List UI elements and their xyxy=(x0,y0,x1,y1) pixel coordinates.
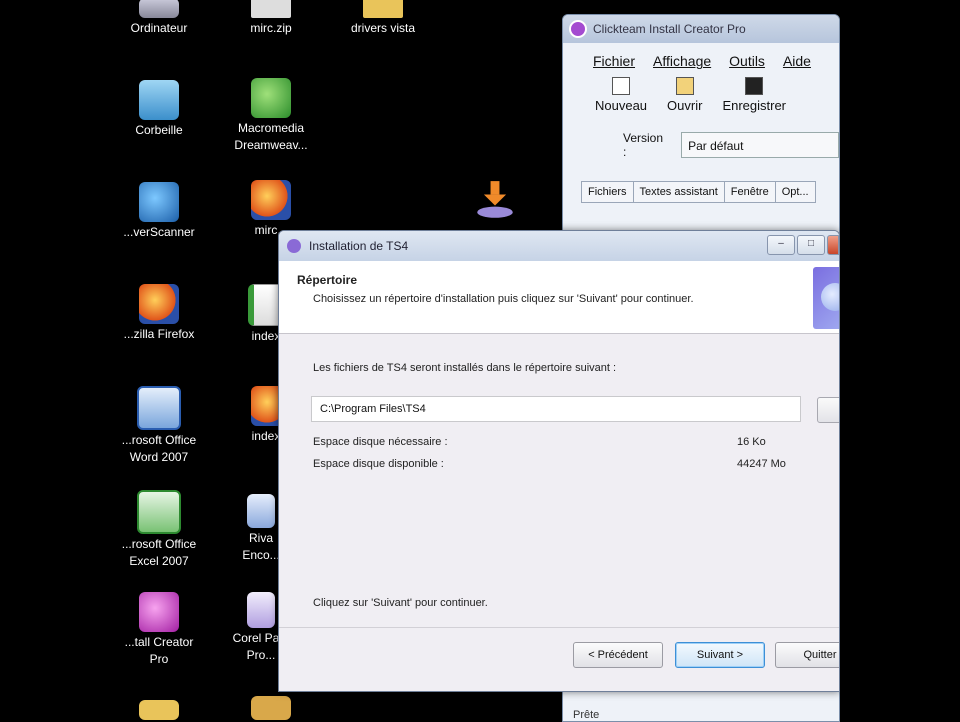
desktop-icon-partial[interactable] xyxy=(216,696,326,722)
dialog-title: Installation de TS4 xyxy=(309,239,409,253)
space-available-label: Espace disque disponible : xyxy=(313,458,444,470)
desktop-icon-scanner[interactable]: ...verScanner xyxy=(104,182,214,241)
scanner-icon xyxy=(139,182,179,222)
tab-fichiers[interactable]: Fichiers xyxy=(581,181,634,203)
dialog-header: Répertoire Choisissez un répertoire d'in… xyxy=(279,261,839,334)
desktop-icon-label: Corbeille xyxy=(135,123,183,137)
open-folder-icon xyxy=(675,77,694,95)
toolbar-new-label: Nouveau xyxy=(595,98,648,113)
desktop-icon-drivers-vista[interactable]: drivers vista xyxy=(328,0,438,37)
desktop-icon-recycle-bin[interactable]: Corbeille xyxy=(104,80,214,139)
menu-bar: Fichier Affichage Outils Aide xyxy=(563,43,839,69)
folder-icon xyxy=(363,0,403,18)
toolbar-open-button[interactable]: Ouvrir xyxy=(667,77,702,113)
save-icon xyxy=(745,77,764,95)
continue-hint: Cliquez sur 'Suivant' pour continuer. xyxy=(313,597,488,609)
desktop-icon-install-creator[interactable]: ...tall Creator Pro xyxy=(104,592,214,668)
version-row: Version : Par défaut xyxy=(563,113,839,159)
menu-affichage[interactable]: Affichage xyxy=(653,53,711,69)
desktop-icon-label: Macromedia Dreamweav... xyxy=(234,121,308,152)
desktop-icon-label: drivers vista xyxy=(350,21,415,35)
space-available-row: Espace disque disponible : 44247 Mo xyxy=(313,458,786,470)
desktop-icon-partial[interactable] xyxy=(104,700,214,722)
tab-bar: Fichiers Textes assistant Fenêtre Opt... xyxy=(563,159,839,203)
desktop-icon-mirc-zip[interactable]: mirc.zip xyxy=(216,0,326,37)
header-subtitle: Choisissez un répertoire d'installation … xyxy=(313,293,694,305)
desktop-icon-label: ...tall Creator Pro xyxy=(124,635,194,666)
desktop-icon-dreamweaver[interactable]: Macromedia Dreamweav... xyxy=(216,78,326,154)
close-button[interactable] xyxy=(827,235,839,255)
installer-app-icon xyxy=(287,239,301,253)
previous-button[interactable]: < Précédent xyxy=(573,642,663,668)
space-required-value: 16 Ko xyxy=(737,436,766,448)
riva-icon xyxy=(247,494,275,528)
version-label: Version : xyxy=(623,131,664,159)
dialog-footer: < Précédent Suivant > Quitter xyxy=(279,627,839,691)
desktop-icon-label: ...verScanner xyxy=(123,225,195,239)
download-icon xyxy=(477,181,513,218)
install-folder-intro: Les fichiers de TS4 seront installés dan… xyxy=(313,362,617,374)
menu-aide[interactable]: Aide xyxy=(783,53,811,69)
archive-icon xyxy=(251,696,291,720)
toolbar: Nouveau Ouvrir Enregistrer xyxy=(563,69,839,113)
desktop-icon-download[interactable] xyxy=(440,180,550,227)
desktop-icon-label: ...zilla Firefox xyxy=(123,327,195,341)
desktop-icon-label: ...rosoft Office Excel 2007 xyxy=(121,537,197,568)
excel-icon xyxy=(137,490,181,534)
window-titlebar[interactable]: Clickteam Install Creator Pro xyxy=(563,15,839,43)
zip-icon xyxy=(251,0,291,18)
desktop-icon-excel[interactable]: ...rosoft Office Excel 2007 xyxy=(104,490,214,570)
space-required-label: Espace disque nécessaire : xyxy=(313,436,448,448)
dialog-body: Les fichiers de TS4 seront installés dan… xyxy=(279,334,839,614)
status-bar-text: Prête xyxy=(573,709,600,721)
desktop-icon-label: mirc.zip xyxy=(250,21,292,35)
quit-button[interactable]: Quitter xyxy=(775,642,839,668)
toolbar-save-label: Enregistrer xyxy=(722,98,787,113)
dialog-titlebar[interactable]: Installation de TS4 – □ xyxy=(279,231,839,261)
minimize-button[interactable]: – xyxy=(767,235,795,255)
folder-icon xyxy=(139,700,179,720)
install-creator-icon xyxy=(139,592,179,632)
space-required-row: Espace disque nécessaire : 16 Ko xyxy=(313,436,773,448)
tab-fenetre[interactable]: Fenêtre xyxy=(723,181,776,203)
window-title: Clickteam Install Creator Pro xyxy=(593,22,746,36)
desktop-icon-firefox[interactable]: ...zilla Firefox xyxy=(104,284,214,343)
firefox-icon xyxy=(139,284,179,324)
version-select[interactable]: Par défaut xyxy=(681,132,839,158)
tab-textes-assistant[interactable]: Textes assistant xyxy=(632,181,725,203)
install-path-input[interactable]: C:\Program Files\TS4 xyxy=(311,396,801,422)
recycle-bin-icon xyxy=(139,80,179,120)
install-creator-app-icon xyxy=(569,20,587,38)
desktop-icon-computer[interactable]: Ordinateur xyxy=(104,0,214,37)
desktop-icon-word[interactable]: ...rosoft Office Word 2007 xyxy=(104,386,214,466)
desktop-icon-label: Ordinateur xyxy=(130,21,188,35)
browse-button[interactable] xyxy=(817,397,839,423)
desktop-icon-label: ...rosoft Office Word 2007 xyxy=(121,433,197,464)
toolbar-new-button[interactable]: Nouveau xyxy=(595,77,647,113)
maximize-button[interactable]: □ xyxy=(797,235,825,255)
dreamweaver-icon xyxy=(251,78,291,118)
toolbar-open-label: Ouvrir xyxy=(667,98,703,113)
firefox-icon xyxy=(251,180,291,220)
menu-outils[interactable]: Outils xyxy=(729,53,765,69)
next-button[interactable]: Suivant > xyxy=(675,642,765,668)
toolbar-save-button[interactable]: Enregistrer xyxy=(722,77,786,113)
word-icon xyxy=(137,386,181,430)
installer-logo-icon xyxy=(813,267,839,329)
header-title: Répertoire xyxy=(297,273,358,287)
computer-icon xyxy=(139,0,179,18)
new-document-icon xyxy=(612,77,631,95)
menu-fichier[interactable]: Fichier xyxy=(593,53,635,69)
corel-icon xyxy=(247,592,275,628)
space-available-value: 44247 Mo xyxy=(737,458,786,470)
window-buttons: – □ xyxy=(767,235,839,255)
tab-options[interactable]: Opt... xyxy=(774,181,816,203)
installer-dialog: Installation de TS4 – □ Répertoire Chois… xyxy=(278,230,840,692)
